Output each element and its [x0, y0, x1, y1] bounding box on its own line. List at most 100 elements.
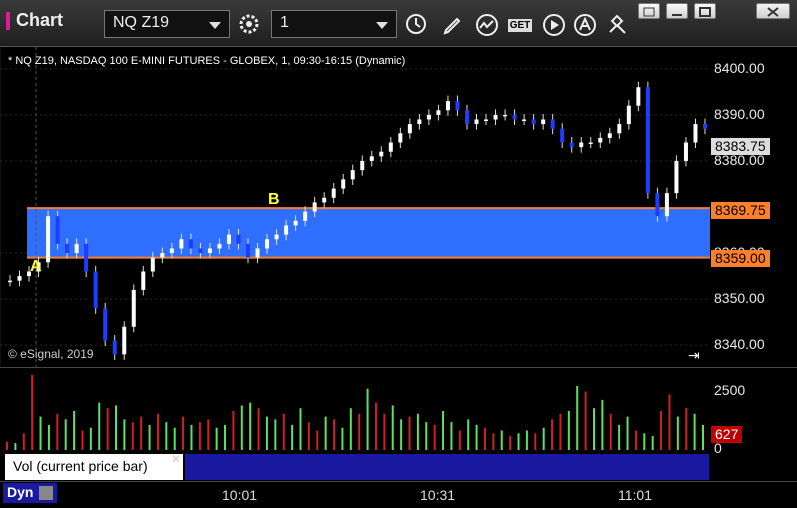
candle-55	[531, 119, 536, 125]
text-annotation-icon[interactable]	[572, 12, 598, 38]
candle-56	[541, 119, 546, 125]
volume-bar-35	[299, 408, 302, 450]
candle-68	[655, 193, 660, 217]
line-study-icon[interactable]	[474, 12, 500, 38]
play-icon[interactable]	[541, 12, 567, 38]
copyright: © eSignal, 2019	[8, 347, 94, 361]
volume-bar-68	[576, 385, 579, 450]
gear-icon[interactable]	[236, 11, 262, 37]
app-title-text: Chart	[16, 10, 64, 30]
candle-13	[131, 289, 136, 327]
volume-bar-79	[668, 394, 671, 450]
volume-bar-62	[525, 430, 528, 450]
candle-38	[369, 156, 374, 161]
volume-axis-zero: 0	[714, 440, 722, 456]
app-logo-icon	[6, 11, 10, 30]
candle-67	[645, 87, 650, 194]
volume-bar-82	[693, 413, 696, 450]
volume-bar-20	[173, 427, 176, 450]
interval-combo[interactable]: 1	[271, 10, 397, 38]
pen-icon[interactable]	[440, 12, 466, 38]
candle-34	[331, 188, 336, 198]
restore-button[interactable]	[638, 3, 660, 19]
candle-26	[255, 248, 260, 258]
volume-bar-74	[626, 416, 629, 450]
volume-bar-55	[467, 419, 470, 450]
volume-bar-41	[349, 408, 352, 450]
volume-bar-52	[442, 411, 445, 450]
candle-36	[350, 170, 355, 180]
volume-bar-69	[584, 391, 587, 450]
candle-25	[246, 243, 251, 258]
candle-43	[417, 119, 422, 125]
volume-bar-80	[676, 416, 679, 450]
price-tick-5: 8340.00	[714, 336, 765, 353]
study-label-strip	[185, 454, 709, 480]
chevron-down-icon	[376, 22, 388, 29]
volume-bar-27	[232, 411, 235, 450]
time-axis[interactable]	[0, 481, 797, 508]
volume-bar-71	[601, 399, 604, 450]
scroll-to-end-icon[interactable]: ⇥	[688, 348, 700, 364]
candle-65	[626, 105, 631, 125]
candle-30	[293, 220, 298, 226]
volume-bar-61	[517, 433, 520, 450]
candle-50	[484, 119, 489, 121]
volume-bar-60	[509, 436, 512, 450]
candle-0	[8, 280, 12, 283]
candle-14	[141, 271, 146, 290]
volume-bar-11	[98, 402, 101, 450]
candle-45	[436, 110, 441, 115]
volume-bar-0	[6, 441, 8, 450]
volume-study-label[interactable]: Vol (current price bar)	[5, 454, 183, 480]
candle-66	[636, 87, 641, 106]
close-button[interactable]	[756, 3, 790, 19]
dynamic-mode-button[interactable]: Dyn	[3, 483, 58, 503]
minimize-button[interactable]	[666, 3, 688, 19]
dyn-label: Dyn	[7, 484, 34, 500]
candle-16	[160, 253, 165, 258]
volume-bar-76	[643, 433, 646, 450]
clock-icon[interactable]	[403, 11, 429, 37]
volume-bar-50	[425, 422, 428, 450]
price-tick-1: 8390.00	[714, 105, 765, 122]
volume-bar-28	[240, 405, 243, 450]
volume-bar-42	[358, 413, 361, 450]
volume-bar-63	[534, 433, 537, 450]
volume-series	[6, 374, 704, 450]
marker-a: A	[30, 258, 42, 275]
candle-24	[236, 234, 241, 244]
volume-axis-max: 2500	[714, 382, 746, 398]
candle-33	[322, 197, 327, 203]
candle-69	[664, 193, 669, 217]
volume-bar-54	[458, 430, 461, 450]
candle-6	[65, 243, 70, 254]
volume-bar-53	[450, 422, 453, 450]
volume-bar-49	[416, 413, 419, 450]
volume-bar-48	[408, 416, 411, 450]
get-icon[interactable]: GET	[505, 12, 535, 38]
volume-bar-77	[651, 436, 654, 450]
volume-bar-78	[660, 411, 663, 450]
volume-chart[interactable]	[0, 368, 710, 452]
volume-bar-70	[592, 408, 595, 450]
candle-28	[274, 234, 279, 240]
crosshair-arrow-icon[interactable]	[604, 12, 630, 38]
volume-bar-81	[685, 408, 688, 450]
symbol-combo[interactable]: NQ Z19	[104, 10, 230, 38]
price-chart[interactable]: A B	[0, 47, 710, 367]
volume-bar-24	[207, 419, 210, 450]
volume-bar-43	[366, 388, 369, 450]
candle-9	[93, 271, 98, 309]
close-icon[interactable]: ✕	[171, 452, 181, 466]
candle-20	[198, 248, 203, 254]
candle-32	[312, 202, 317, 212]
volume-bar-9	[81, 430, 84, 450]
volume-bar-40	[341, 427, 344, 450]
volume-bar-29	[249, 402, 252, 450]
maximize-button[interactable]	[694, 3, 716, 19]
candle-23	[226, 234, 231, 244]
volume-bar-75	[634, 430, 637, 450]
candle-72	[693, 124, 698, 143]
volume-bar-21	[182, 416, 185, 450]
